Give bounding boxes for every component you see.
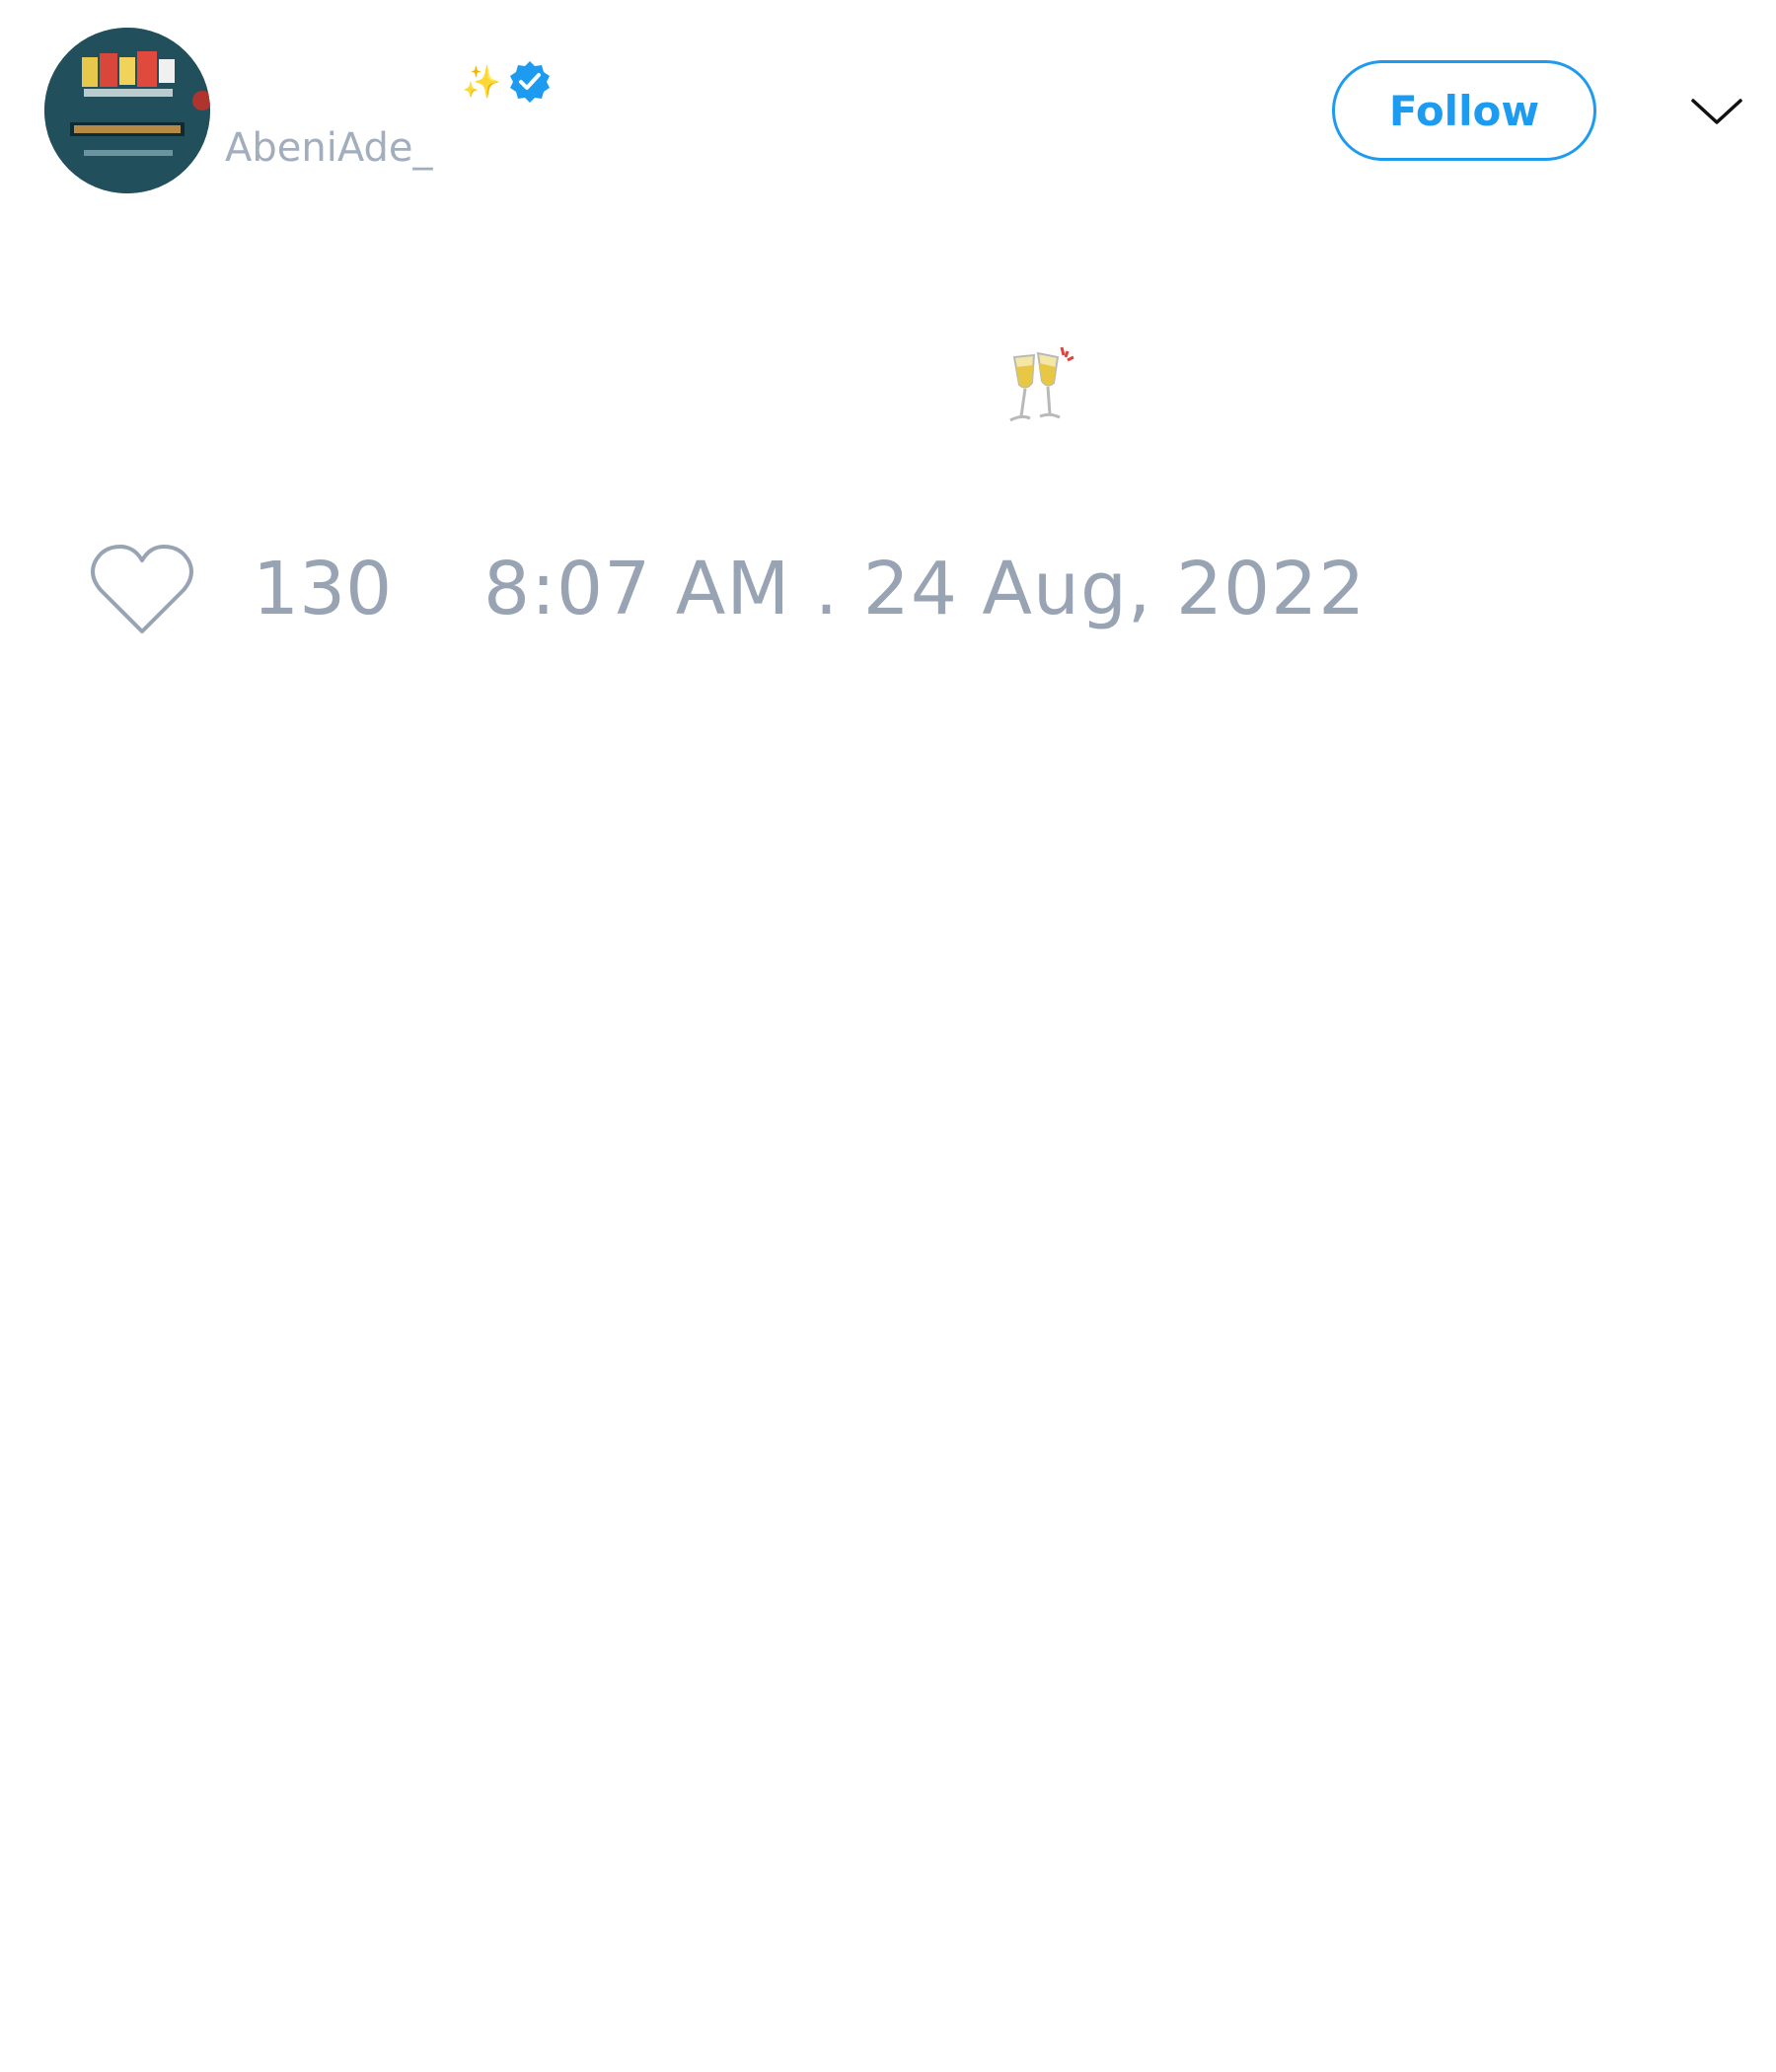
avatar[interactable] [44,28,210,193]
chevron-down-icon [1691,99,1742,124]
avatar-image [44,28,210,193]
user-handle[interactable]: AbeniAde_ [225,128,433,168]
verified-badge-icon [509,61,550,103]
tweet-body [1004,345,1075,426]
like-button[interactable] [87,541,197,639]
follow-button[interactable]: Follow [1332,60,1596,161]
like-count: 130 [253,547,393,631]
heart-icon [91,545,193,633]
clinking-glasses-icon [1009,346,1074,422]
tweet-timestamp[interactable]: 8:07 AM . 24 Aug, 2022 [483,553,1366,626]
display-name[interactable]: ✨ [462,57,553,107]
more-options-button[interactable] [1687,89,1746,132]
sparkles-emoji: ✨ [462,63,501,101]
